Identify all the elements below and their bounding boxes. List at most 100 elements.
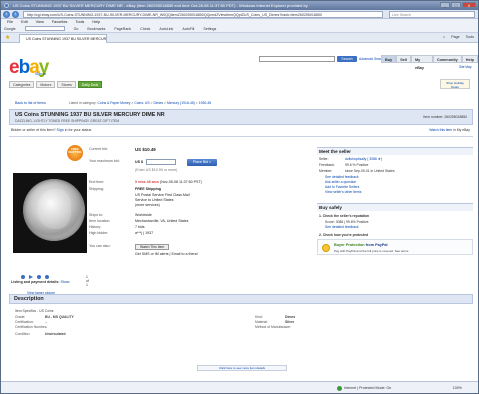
step-2: 2. Check how you're protected — [319, 233, 369, 237]
status-sign-in-link[interactable]: Sign in — [57, 128, 68, 132]
nav-sell[interactable]: Sell — [396, 55, 411, 63]
watch-item-link[interactable]: Watch this item in My eBay — [429, 128, 470, 132]
nav-community[interactable]: Community — [432, 55, 462, 63]
section-divider — [9, 136, 473, 137]
check-button[interactable]: Check — [140, 25, 150, 32]
ie-icon — [4, 3, 9, 8]
prev-photo-icon[interactable] — [21, 275, 25, 279]
spec-condition: Condition: Uncirculated — [15, 332, 66, 336]
nav-help[interactable]: Help — [461, 55, 478, 63]
motors-tab[interactable]: Motors — [36, 81, 56, 88]
forward-arrow-icon[interactable]: › — [12, 11, 19, 18]
security-zone: Internet | Protected Mode: On — [337, 382, 391, 393]
minimize-button[interactable]: _ — [440, 2, 450, 8]
site-map-link[interactable]: Site Map — [459, 65, 472, 69]
back-to-list-link[interactable]: Back to list of items — [15, 101, 46, 105]
paypal-protection: Buyer Protection from PayPal Pay with Pa… — [317, 239, 473, 255]
time-left: 5 mins 48 secs — [135, 180, 159, 184]
holiday-promo[interactable]: Shop Holiday Deals — [440, 79, 470, 89]
free-shipping-badge: FREE SHIPPING — [67, 145, 83, 161]
categories-dropdown[interactable]: Categories — [9, 81, 35, 88]
category-bar: Categories Motors Stores Daily Deal — [9, 81, 475, 88]
spec-manufacture: Method of Manufacture:-- — [255, 325, 291, 329]
zoom-level[interactable]: 100% — [453, 382, 462, 393]
seller-name-link[interactable]: dollshop4sally ( 3086 ★) — [345, 157, 382, 161]
browser-window: US Coins STUNNING 1937 BU SILVER MERCURY… — [0, 0, 479, 394]
paypal-shield-icon — [322, 244, 330, 252]
listing-details: Listing and payment details: Show — [11, 280, 70, 284]
close-button[interactable]: X — [462, 2, 476, 8]
item-title-box: US Coins STUNNING 1937 BU SILVER MERCURY… — [9, 109, 473, 125]
live-search-input[interactable]: Live Search — [389, 11, 475, 18]
spec-kind: Kind: Dimes — [255, 315, 296, 319]
show-details-link[interactable]: Show — [61, 280, 70, 284]
crumb-item[interactable]: Coins: US — [134, 101, 149, 105]
address-bar-row: ‹ › http://cgi.ebay.com/US-Coins-STUNNIN… — [1, 10, 478, 19]
browser-tab[interactable]: US Coins STUNNING 1937 BU SILVER MERCURY… — [19, 34, 107, 43]
zoom-photo-icon[interactable] — [45, 275, 49, 279]
add-favorite-link[interactable]: Add to Favorite Sellers — [325, 185, 359, 189]
max-bid-input[interactable] — [146, 159, 176, 165]
coin-image[interactable] — [23, 179, 85, 241]
more-details-link[interactable]: Click here to see more item details — [197, 365, 287, 371]
score-line: Score: 3086 | 99.6% Positive — [325, 220, 369, 224]
google-go-button[interactable]: Go — [74, 25, 79, 32]
maximize-button[interactable]: □ — [451, 2, 461, 8]
google-search-input[interactable] — [24, 26, 65, 31]
item-number: Item number: 260255018850 — [423, 115, 467, 119]
page-content: ebay Sign in Search Advanced Search Buy … — [1, 43, 478, 381]
crumb-item[interactable]: Coins & Paper Money — [97, 101, 130, 105]
photo-controls — [21, 275, 49, 279]
settings-button[interactable]: Settings — [203, 25, 216, 32]
safety-feedback-link[interactable]: See detailed feedback — [325, 225, 359, 229]
tab-toolbar: ⌂ Page Tools — [443, 35, 474, 39]
feedback-row: Feedback: 99.6 % Positive — [319, 163, 369, 167]
status-bar: Internet | Protected Mode: On 100% — [1, 381, 478, 393]
top-nav: Buy Sell My eBay Community Help — [381, 55, 478, 70]
spec-material: Material: Silver — [255, 320, 295, 324]
description-heading: Description — [9, 294, 473, 304]
ask-question-link[interactable]: Ask seller a question — [325, 180, 356, 184]
buy-safely-heading: Buy safely — [317, 203, 473, 211]
spec-certification: Certification: -- — [15, 320, 48, 324]
bid-history-link[interactable]: 7 bids — [135, 225, 145, 229]
autolink-button[interactable]: AutoLink — [159, 25, 173, 32]
bookmarks-button[interactable]: Bookmarks — [87, 25, 105, 32]
tab-row: ★ US Coins STUNNING 1937 BU SILVER MERCU… — [1, 33, 478, 43]
page-menu[interactable]: Page — [451, 35, 459, 39]
window-title: US Coins STUNNING 1937 BU SILVER MERCURY… — [13, 3, 308, 8]
other-items-link[interactable]: View seller's other items — [325, 190, 361, 194]
sign-in-link[interactable]: Sign in — [35, 72, 46, 76]
title-bar: US Coins STUNNING 1937 BU SILVER MERCURY… — [1, 1, 478, 10]
crumb-item[interactable]: Dimes — [153, 101, 163, 105]
current-bid-value: US $10.49 — [135, 147, 156, 152]
next-photo-icon[interactable] — [37, 275, 41, 279]
photo-counter: 1 of 1 — [86, 275, 89, 287]
tools-menu[interactable]: Tools — [466, 35, 474, 39]
detailed-feedback-link[interactable]: See detailed feedback — [325, 175, 359, 179]
item-subtitle: DAZZLING, LIGHTLY TONED FREE SHIPPING!! … — [15, 119, 120, 123]
nav-buy[interactable]: Buy — [381, 55, 397, 63]
favorites-star-icon[interactable]: ★ — [5, 34, 10, 41]
play-icon[interactable] — [29, 275, 33, 279]
bidder-status-line: Bidder or seller of this item? Sign in f… — [11, 128, 92, 132]
ebay-search-input[interactable] — [259, 56, 335, 62]
window-controls: _ □ X — [440, 2, 476, 8]
autofill-button[interactable]: AutoFill — [182, 25, 194, 32]
place-bid-button[interactable]: Place Bid > — [187, 159, 217, 166]
crumb-item[interactable]: Mercury (1916-45) — [167, 101, 195, 105]
nav-my-ebay[interactable]: My eBay — [410, 55, 433, 70]
spec-cert-number: Certification Number:-- — [15, 325, 48, 329]
breadcrumb: Listed in category: Coins & Paper Money … — [69, 101, 212, 105]
back-arrow-icon[interactable]: ‹ — [3, 11, 10, 18]
pagerank-button[interactable]: PageRank — [114, 25, 131, 32]
search-button[interactable]: Search — [337, 56, 357, 62]
crumb-item[interactable]: 1930-45 — [199, 101, 211, 105]
step-1: 1. Check the seller's reputation — [319, 214, 369, 218]
watch-this-item-button[interactable]: Watch This Item — [135, 244, 170, 250]
google-toolbar: Google Go Bookmarks PageRank Check AutoL… — [1, 25, 478, 33]
stores-tab[interactable]: Stores — [57, 81, 76, 88]
daily-deal-tab[interactable]: Daily Deal — [77, 81, 103, 88]
home-icon[interactable]: ⌂ — [443, 35, 445, 39]
address-input[interactable]: http://cgi.ebay.com/US-Coins-STUNNING-19… — [23, 11, 383, 18]
